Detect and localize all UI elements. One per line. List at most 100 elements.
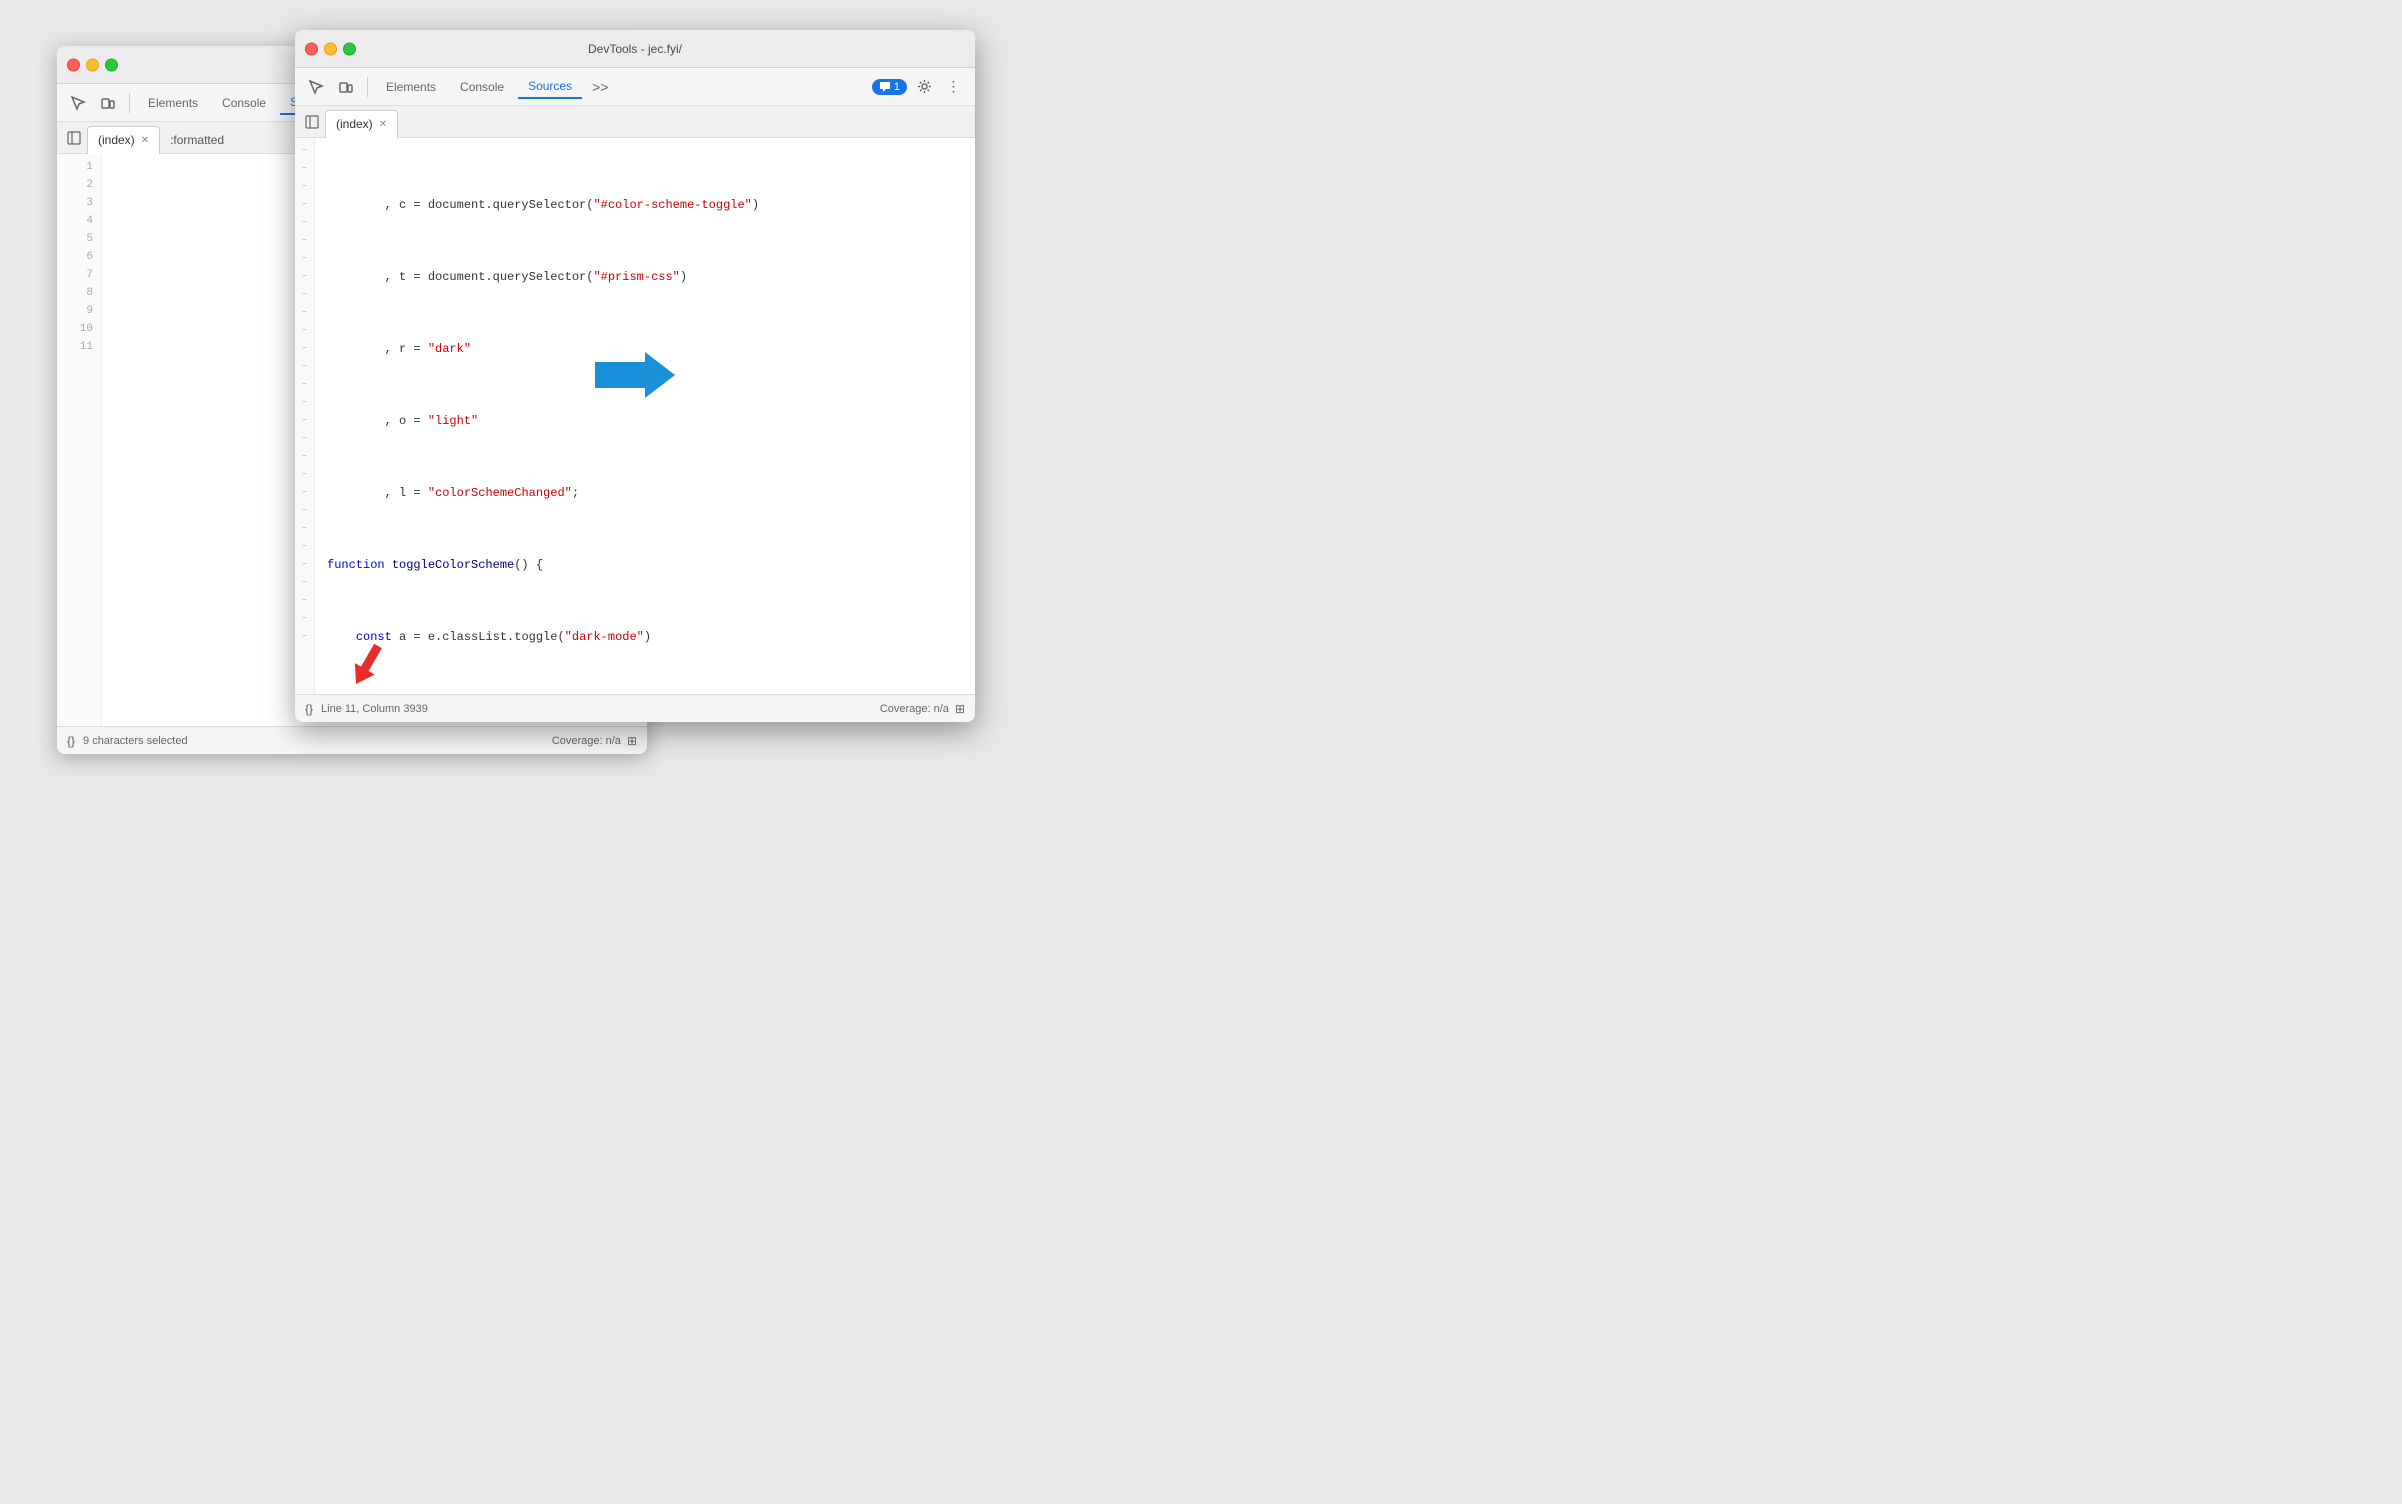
- selection-status-1: 9 characters selected: [83, 735, 188, 747]
- dash-26: –: [301, 592, 307, 610]
- dash-7: –: [301, 250, 307, 268]
- dash-8: –: [301, 268, 307, 286]
- settings-icon[interactable]: [911, 74, 937, 100]
- dash-24: –: [301, 556, 307, 574]
- toolbar-2: Elements Console Sources >> 1 ⋮: [295, 68, 975, 106]
- toolbar-divider-2: [367, 77, 368, 97]
- dash-9: –: [301, 286, 307, 304]
- r2-line-2: , t = document.querySelector("#prism-css…: [327, 268, 975, 286]
- line-num-10: 10: [57, 320, 101, 338]
- close-button-1[interactable]: [67, 58, 80, 71]
- line-numbers-1: 1 2 3 4 5 6 7 8 9 10 11: [57, 154, 102, 726]
- traffic-lights-2: [305, 42, 356, 55]
- device-toggle-icon-2[interactable]: [333, 74, 359, 100]
- r2-line-4: , o = "light": [327, 412, 975, 430]
- line-num-3: 3: [57, 194, 101, 212]
- sidebar-toggle-icon-2[interactable]: [299, 109, 325, 135]
- minimize-button-1[interactable]: [86, 58, 99, 71]
- dash-11: –: [301, 322, 307, 340]
- dash-14: –: [301, 376, 307, 394]
- file-tab-index-1[interactable]: (index) ✕: [87, 126, 160, 154]
- line-num-6: 6: [57, 248, 101, 266]
- tab-console-1[interactable]: Console: [212, 92, 276, 114]
- maximize-button-1[interactable]: [105, 58, 118, 71]
- position-status-2: Line 11, Column 3939: [321, 703, 428, 715]
- file-tab-formatted-1[interactable]: :formatted: [160, 126, 234, 154]
- line-num-11: 11: [57, 338, 101, 356]
- dash-1: –: [301, 142, 307, 160]
- dash-2: –: [301, 160, 307, 178]
- line-num-1: 1: [57, 158, 101, 176]
- tab-elements-2[interactable]: Elements: [376, 76, 446, 98]
- sidebar-toggle-icon[interactable]: [61, 125, 87, 151]
- tab-elements-1[interactable]: Elements: [138, 92, 208, 114]
- dash-21: –: [301, 502, 307, 520]
- status-bar-1: {} 9 characters selected Coverage: n/a ⊞: [57, 726, 647, 754]
- dash-10: –: [301, 304, 307, 322]
- dash-16: –: [301, 412, 307, 430]
- dash-5: –: [301, 214, 307, 232]
- file-tab-close-1[interactable]: ✕: [141, 135, 149, 146]
- toolbar-divider-1: [129, 93, 130, 113]
- tab-more-2[interactable]: >>: [586, 77, 614, 97]
- gutter-dashes: – – – – – – – – – – – – – – – – – – – – …: [295, 138, 315, 694]
- dash-19: –: [301, 466, 307, 484]
- expand-icon-1[interactable]: ⊞: [627, 734, 637, 748]
- dash-13: –: [301, 358, 307, 376]
- device-toggle-icon[interactable]: [95, 90, 121, 116]
- format-button-2[interactable]: {}: [305, 702, 313, 716]
- dash-17: –: [301, 430, 307, 448]
- line-num-2: 2: [57, 176, 101, 194]
- title-bar-2: DevTools - jec.fyi/: [295, 30, 975, 68]
- line-num-9: 9: [57, 302, 101, 320]
- code-area-2: – – – – – – – – – – – – – – – – – – – – …: [295, 138, 975, 694]
- status-bar-2: {} Line 11, Column 3939 Coverage: n/a ⊞: [295, 694, 975, 722]
- coverage-status-2: Coverage: n/a ⊞: [880, 702, 965, 716]
- sub-toolbar-2: (index) ✕: [295, 106, 975, 138]
- dash-23: –: [301, 538, 307, 556]
- line-num-4: 4: [57, 212, 101, 230]
- line-num-5: 5: [57, 230, 101, 248]
- dash-28: –: [301, 628, 307, 646]
- file-tab-index-label-1: (index): [98, 133, 135, 147]
- maximize-button-2[interactable]: [343, 42, 356, 55]
- red-arrow: [345, 643, 389, 687]
- dash-6: –: [301, 232, 307, 250]
- file-tab-formatted-label-1: :formatted: [170, 133, 224, 147]
- file-tab-index-label-2: (index): [336, 117, 373, 131]
- expand-icon-2[interactable]: ⊞: [955, 702, 965, 716]
- r2-line-6: function toggleColorScheme() {: [327, 556, 975, 574]
- dash-3: –: [301, 178, 307, 196]
- select-tool-icon-2[interactable]: [303, 74, 329, 100]
- minimize-button-2[interactable]: [324, 42, 337, 55]
- format-button-1[interactable]: {}: [67, 734, 75, 748]
- dash-18: –: [301, 448, 307, 466]
- coverage-status-1: Coverage: n/a ⊞: [552, 734, 637, 748]
- code-content-2[interactable]: , c = document.querySelector("#color-sch…: [315, 138, 975, 694]
- more-options-icon[interactable]: ⋮: [941, 74, 967, 100]
- file-tab-index-2[interactable]: (index) ✕: [325, 110, 398, 138]
- dash-12: –: [301, 340, 307, 358]
- dash-20: –: [301, 484, 307, 502]
- select-tool-icon[interactable]: [65, 90, 91, 116]
- comment-count: 1: [894, 81, 900, 93]
- dash-15: –: [301, 394, 307, 412]
- file-tab-close-2[interactable]: ✕: [379, 119, 387, 130]
- line-num-7: 7: [57, 266, 101, 284]
- dash-22: –: [301, 520, 307, 538]
- comment-badge[interactable]: 1: [872, 79, 907, 95]
- r2-line-1: , c = document.querySelector("#color-sch…: [327, 196, 975, 214]
- r2-line-5: , l = "colorSchemeChanged";: [327, 484, 975, 502]
- blue-arrow: [595, 350, 675, 400]
- dash-4: –: [301, 196, 307, 214]
- traffic-lights-1: [67, 58, 118, 71]
- dash-27: –: [301, 610, 307, 628]
- window-title-2: DevTools - jec.fyi/: [588, 42, 682, 56]
- r2-line-7: const a = e.classList.toggle("dark-mode"…: [327, 628, 975, 646]
- tab-sources-2[interactable]: Sources: [518, 75, 582, 99]
- tab-console-2[interactable]: Console: [450, 76, 514, 98]
- line-num-8: 8: [57, 284, 101, 302]
- dash-25: –: [301, 574, 307, 592]
- close-button-2[interactable]: [305, 42, 318, 55]
- toolbar-right-2: 1 ⋮: [872, 74, 967, 100]
